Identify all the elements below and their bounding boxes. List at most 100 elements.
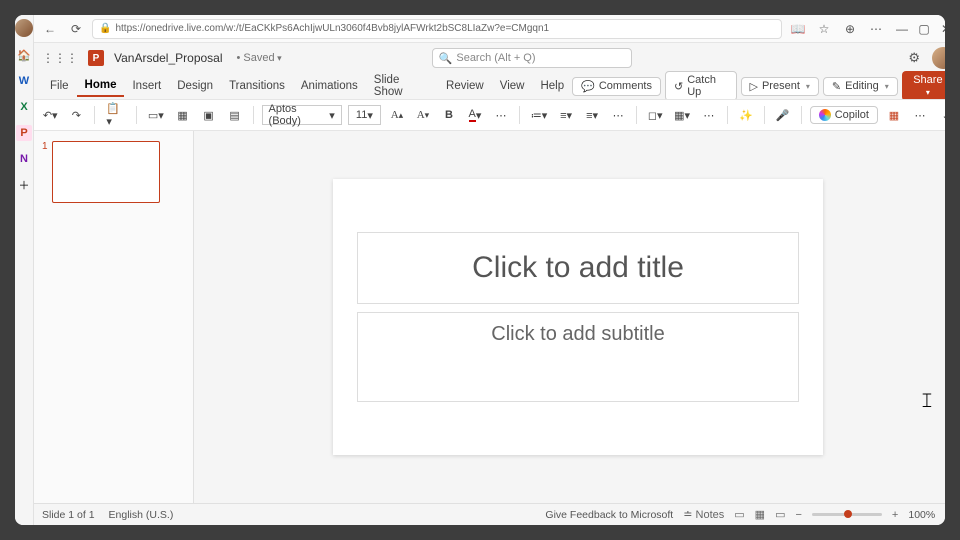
- tab-view[interactable]: View: [492, 76, 533, 96]
- bullets-button[interactable]: ≔▾: [528, 104, 550, 126]
- language-status[interactable]: English (U.S.): [109, 509, 174, 521]
- tab-file[interactable]: File: [42, 76, 77, 96]
- onenote-icon[interactable]: N: [16, 151, 32, 167]
- tab-insert[interactable]: Insert: [124, 76, 169, 96]
- more-font-button[interactable]: ⋯: [491, 104, 511, 126]
- thumbnail-pane[interactable]: 1: [34, 131, 194, 503]
- paste-button[interactable]: 📋▾: [103, 104, 128, 126]
- dictate-button[interactable]: 🎤: [773, 104, 793, 126]
- addins-button[interactable]: ▦: [884, 104, 904, 126]
- app-rail: 🏠 W X P N ＋: [15, 15, 34, 525]
- share-button[interactable]: Share: [902, 71, 945, 101]
- favorite-icon[interactable]: ☆: [814, 19, 834, 39]
- reset-button[interactable]: ▣: [199, 104, 219, 126]
- font-size-select[interactable]: 11 ▾: [348, 105, 381, 125]
- tab-animations[interactable]: Animations: [293, 76, 366, 96]
- app-window: 🏠 W X P N ＋ ← ⟳ 🔒 https://onedrive.live.…: [15, 15, 945, 525]
- slide-canvas[interactable]: Click to add title Click to add subtitle: [333, 179, 823, 455]
- menu-right: 💬 Comments ↺ Catch Up ▷ Present ✎ Editin…: [572, 71, 945, 101]
- copilot-icon: [819, 109, 831, 121]
- thumb-preview[interactable]: [52, 141, 160, 203]
- tab-design[interactable]: Design: [169, 76, 221, 96]
- zoom-out-button[interactable]: −: [795, 509, 801, 521]
- decrease-font-button[interactable]: A▾: [413, 104, 433, 126]
- window-controls: — ▢ ✕: [892, 19, 945, 39]
- feedback-link[interactable]: Give Feedback to Microsoft: [545, 509, 673, 521]
- address-bar[interactable]: 🔒 https://onedrive.live.com/w:/t/EaCKkPs…: [92, 19, 782, 39]
- increase-font-button[interactable]: A▴: [387, 104, 407, 126]
- notes-button[interactable]: ≐ Notes: [683, 508, 724, 521]
- slide-counter[interactable]: Slide 1 of 1: [42, 509, 95, 521]
- collections-icon[interactable]: ⊕: [840, 19, 860, 39]
- title-right: ⚙: [908, 47, 945, 69]
- reading-view-icon[interactable]: ▭: [775, 508, 785, 521]
- slide-thumbnail-1[interactable]: 1: [42, 141, 185, 203]
- thumb-number: 1: [42, 141, 48, 203]
- present-button[interactable]: ▷ Present: [741, 77, 819, 96]
- font-family-select[interactable]: Aptos (Body)▾: [262, 105, 342, 125]
- home-icon[interactable]: 🏠: [16, 47, 32, 63]
- browser-bar: ← ⟳ 🔒 https://onedrive.live.com/w:/t/EaC…: [34, 15, 945, 43]
- refresh-button[interactable]: ⟳: [66, 19, 86, 39]
- numbering-button[interactable]: ≡▾: [556, 104, 576, 126]
- comments-button[interactable]: 💬 Comments: [572, 77, 661, 96]
- powerpoint-logo-icon: P: [88, 50, 104, 66]
- url-text: https://onedrive.live.com/w:/t/EaCKkPs6A…: [115, 23, 549, 34]
- status-bar: Slide 1 of 1 English (U.S.) Give Feedbac…: [34, 503, 945, 525]
- avatar[interactable]: [932, 47, 945, 69]
- excel-icon[interactable]: X: [16, 99, 32, 115]
- app-launcher-icon[interactable]: ⋮⋮⋮: [42, 51, 78, 65]
- undo-button[interactable]: ↶▾: [40, 104, 60, 126]
- align-button[interactable]: ≡▾: [582, 104, 602, 126]
- close-button[interactable]: ✕: [936, 19, 945, 39]
- new-slide-button[interactable]: ▭▾: [145, 104, 167, 126]
- font-color-button[interactable]: A▾: [465, 104, 485, 126]
- save-status[interactable]: • Saved: [237, 52, 282, 64]
- layout-button[interactable]: ▦: [173, 104, 193, 126]
- avatar-small[interactable]: [15, 19, 33, 37]
- zoom-level[interactable]: 100%: [908, 509, 935, 521]
- read-aloud-icon[interactable]: 📖: [788, 19, 808, 39]
- search-placeholder: Search (Alt + Q): [456, 52, 535, 64]
- ribbon-more-button[interactable]: ⋯: [910, 104, 930, 126]
- title-placeholder[interactable]: Click to add title: [357, 232, 799, 304]
- search-icon: 🔍: [439, 52, 453, 65]
- tab-review[interactable]: Review: [438, 76, 492, 96]
- maximize-button[interactable]: ▢: [914, 19, 934, 39]
- sorter-view-icon[interactable]: ▦: [755, 508, 765, 521]
- tab-help[interactable]: Help: [532, 76, 572, 96]
- minimize-button[interactable]: —: [892, 19, 912, 39]
- shapes-button[interactable]: ◻▾: [645, 104, 665, 126]
- document-name[interactable]: VanArsdel_Proposal: [114, 51, 223, 65]
- section-button[interactable]: ▤: [225, 104, 245, 126]
- settings-icon[interactable]: ⚙: [908, 50, 920, 66]
- powerpoint-icon[interactable]: P: [16, 125, 32, 141]
- normal-view-icon[interactable]: ▭: [734, 508, 744, 521]
- editing-mode-button[interactable]: ✎ Editing: [823, 77, 898, 96]
- designer-button[interactable]: ✨: [736, 104, 756, 126]
- zoom-slider[interactable]: [812, 513, 882, 516]
- arrange-button[interactable]: ▦▾: [671, 104, 693, 126]
- menu-bar: File Home Insert Design Transitions Anim…: [34, 73, 945, 99]
- bold-button[interactable]: B: [439, 104, 459, 126]
- slide-canvas-area[interactable]: Click to add title Click to add subtitle…: [194, 131, 945, 503]
- tab-home[interactable]: Home: [77, 75, 125, 97]
- more-drawing-button[interactable]: ⋯: [699, 104, 719, 126]
- add-app-icon[interactable]: ＋: [16, 177, 32, 193]
- tab-slideshow[interactable]: Slide Show: [366, 70, 438, 102]
- text-cursor-icon: 𝙸: [920, 390, 934, 413]
- catchup-button[interactable]: ↺ Catch Up: [665, 71, 737, 101]
- subtitle-placeholder[interactable]: Click to add subtitle: [357, 312, 799, 402]
- copilot-button[interactable]: Copilot: [810, 106, 878, 124]
- tab-transitions[interactable]: Transitions: [221, 76, 293, 96]
- ribbon: ↶▾ ↷ 📋▾ ▭▾ ▦ ▣ ▤ Aptos (Body)▾ 11 ▾ A▴ A…: [34, 99, 945, 131]
- search-input[interactable]: 🔍 Search (Alt + Q): [432, 48, 632, 68]
- more-paragraph-button[interactable]: ⋯: [608, 104, 628, 126]
- main-column: ← ⟳ 🔒 https://onedrive.live.com/w:/t/EaC…: [34, 15, 945, 525]
- collapse-ribbon-button[interactable]: ⌄: [936, 104, 945, 126]
- back-button[interactable]: ←: [40, 19, 60, 39]
- redo-button[interactable]: ↷: [66, 104, 86, 126]
- zoom-in-button[interactable]: +: [892, 509, 898, 521]
- word-icon[interactable]: W: [16, 73, 32, 89]
- more-browser-icon[interactable]: ⋯: [866, 19, 886, 39]
